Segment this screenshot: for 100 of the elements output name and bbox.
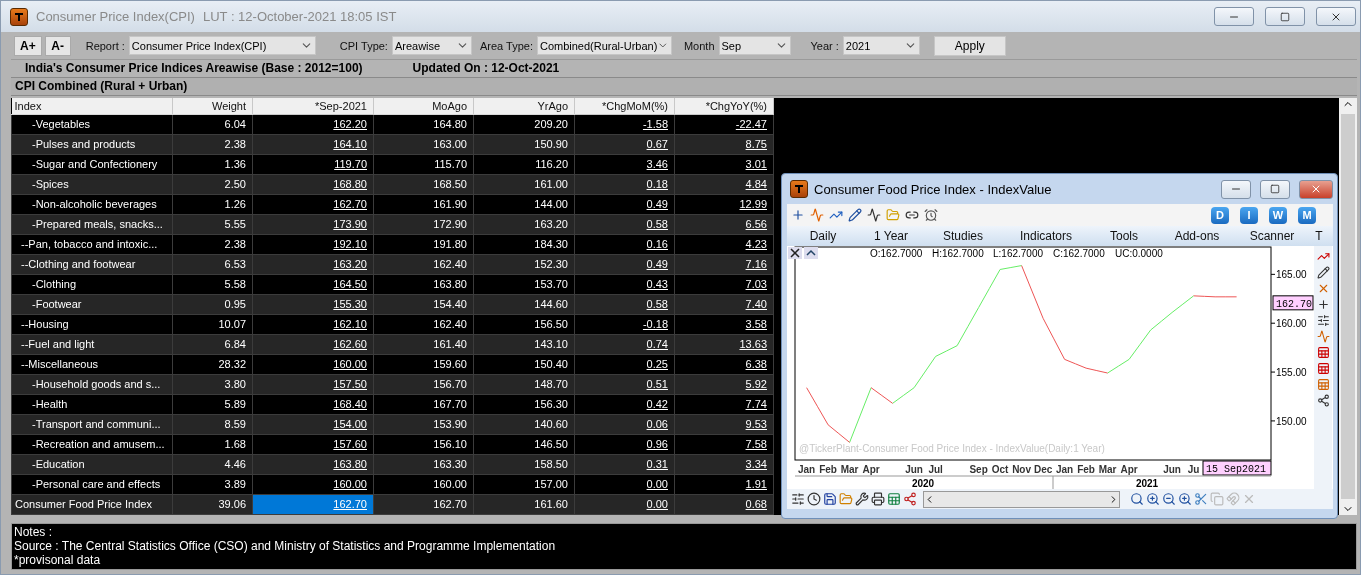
- last-update-time: LUT : 12-October-2021 18:05 IST: [202, 9, 397, 25]
- vertical-scrollbar[interactable]: [1339, 97, 1357, 515]
- column-header[interactable]: MoAgo: [373, 97, 474, 114]
- menu-item[interactable]: Indicators: [1003, 229, 1089, 243]
- clock-icon[interactable]: [807, 492, 821, 506]
- y-tick-label: 155.00: [1276, 367, 1308, 379]
- x-tick-label: Nov: [1012, 464, 1032, 475]
- index-name-cell: -Transport and communi...: [11, 414, 173, 434]
- close-chart-icon[interactable]: [788, 247, 802, 259]
- index-name-cell: --Fuel and light: [11, 334, 173, 354]
- column-header[interactable]: *ChgYoY(%): [674, 97, 774, 114]
- x-tick-label: Oct: [991, 464, 1009, 475]
- x-tick-label: Feb: [819, 464, 837, 475]
- print-icon[interactable]: [871, 492, 885, 506]
- link-icon[interactable]: [905, 208, 919, 222]
- maximize-button[interactable]: [1265, 7, 1305, 27]
- maximize-button[interactable]: [1260, 179, 1290, 199]
- tools-icon[interactable]: [855, 492, 869, 506]
- ohlc-value: O:162.7000: [870, 248, 923, 259]
- crosshair-icon[interactable]: [1316, 298, 1330, 311]
- maximize-icon: [1270, 184, 1280, 194]
- section-header: CPI Combined (Rural + Urban): [11, 76, 1357, 96]
- add-icon[interactable]: [791, 208, 805, 222]
- column-header[interactable]: YrAgo: [473, 97, 575, 114]
- index-name-cell: -Vegetables: [11, 114, 173, 134]
- x-tick-label: Sep: [969, 464, 988, 475]
- zoom-in-icon[interactable]: [1146, 492, 1160, 506]
- index-name-cell: -Non-alcoholic beverages: [11, 194, 173, 214]
- apply-button[interactable]: Apply: [933, 35, 1006, 56]
- line-tool-icon[interactable]: [1316, 266, 1330, 279]
- index-name-cell: --Miscellaneous: [11, 354, 173, 374]
- font-size-button[interactable]: A-: [44, 35, 71, 56]
- filter-dropdown[interactable]: 2021: [842, 36, 920, 56]
- close-button[interactable]: [1299, 179, 1333, 199]
- year-label: 2020: [911, 478, 935, 489]
- minimize-button[interactable]: [1221, 179, 1251, 199]
- chart-window-title: Consumer Food Price Index - IndexValue: [814, 181, 1052, 197]
- index-name-cell: --Housing: [11, 314, 173, 334]
- x-tick-label: Jan: [798, 464, 816, 475]
- menu-item[interactable]: Studies: [923, 229, 1003, 243]
- period-button[interactable]: W: [1269, 206, 1287, 224]
- menu-item[interactable]: Tools: [1089, 229, 1159, 243]
- cursor-date: 15 Sep2021: [1202, 460, 1272, 476]
- trend-line-icon[interactable]: [1316, 250, 1330, 263]
- spreadsheet-icon[interactable]: [887, 492, 901, 506]
- x-tick-label: Dec: [1033, 464, 1053, 475]
- x-tick-label: Mar: [1098, 464, 1117, 475]
- x-tick-label: Jun: [905, 464, 923, 475]
- y-tick-label: 160.00: [1276, 318, 1308, 330]
- collapse-icon[interactable]: [804, 247, 818, 259]
- x-tick-label: Feb: [1077, 464, 1095, 475]
- index-name-cell: -Recreation and amusem...: [11, 434, 173, 454]
- search-icon[interactable]: [1130, 492, 1144, 506]
- index-name-cell: -Health: [11, 394, 173, 414]
- alarm-clock-icon[interactable]: [924, 208, 938, 222]
- index-name-cell: --Clothing and footwear: [11, 254, 173, 274]
- filter-label: Year :: [810, 39, 839, 52]
- scissors-icon[interactable]: [1194, 492, 1208, 506]
- note-text: Source : The Central Statistics Office (CSO) and Ministry of Statistics and Programme Implementation: [14, 538, 557, 553]
- index-name-cell: -Pulses and products: [11, 134, 173, 154]
- y-tick-label: 165.00: [1270, 269, 1307, 281]
- x-tick-label: Mar: [840, 464, 859, 475]
- save-icon[interactable]: [823, 492, 837, 506]
- filter-label: Area Type:: [479, 39, 533, 52]
- column-header[interactable]: *Sep-2021: [252, 97, 374, 114]
- year-label: 2021: [1135, 478, 1159, 489]
- menu-item[interactable]: 1 Year: [859, 229, 923, 243]
- period-button[interactable]: I: [1240, 206, 1258, 224]
- index-name-cell: -Education: [11, 454, 173, 474]
- ohlc-value: H:162.7000: [932, 248, 984, 259]
- period-button[interactable]: D: [1211, 206, 1229, 224]
- x-tick-label: Apr: [862, 464, 880, 475]
- font-size-button[interactable]: A+: [14, 35, 42, 56]
- menu-item[interactable]: Add-ons: [1159, 229, 1235, 243]
- column-header[interactable]: Index: [11, 97, 173, 114]
- y-tick-label: 150.00: [1270, 415, 1307, 427]
- zoom-out-icon[interactable]: [1162, 492, 1176, 506]
- index-name-cell: -Clothing: [11, 274, 173, 294]
- menu-item[interactable]: Scanner: [1235, 229, 1309, 243]
- close-button[interactable]: [1316, 7, 1356, 27]
- index-name-cell: -Household goods and s...: [11, 374, 173, 394]
- updated-date: Updated On : 12-Oct-2021: [412, 61, 560, 76]
- filter-label: Report :: [85, 39, 125, 52]
- filter-dropdown[interactable]: Combined(Rural-Urban): [536, 36, 672, 56]
- filter-dropdown[interactable]: Areawise: [391, 36, 472, 56]
- period-button[interactable]: M: [1298, 206, 1316, 224]
- pencil-icon[interactable]: [848, 208, 862, 222]
- y-tick-label: 150.00: [1276, 415, 1308, 427]
- horizontal-scrollbar[interactable]: [923, 490, 1120, 508]
- y-tick-label: 165.00: [1276, 269, 1308, 281]
- price-tag: 162.70: [1272, 295, 1314, 311]
- x-tick-label: Jul: [928, 464, 943, 475]
- column-header[interactable]: Weight: [172, 97, 253, 114]
- column-header[interactable]: *ChgMoM(%): [574, 97, 675, 114]
- filter-dropdown[interactable]: Consumer Price Index(CPI): [128, 36, 316, 56]
- index-name-cell: -Personal care and effects: [11, 474, 173, 494]
- minimize-button[interactable]: [1214, 7, 1254, 27]
- filter-dropdown[interactable]: Sep: [718, 36, 791, 56]
- menu-item[interactable]: T: [1309, 229, 1329, 243]
- menu-item[interactable]: Daily: [787, 229, 859, 243]
